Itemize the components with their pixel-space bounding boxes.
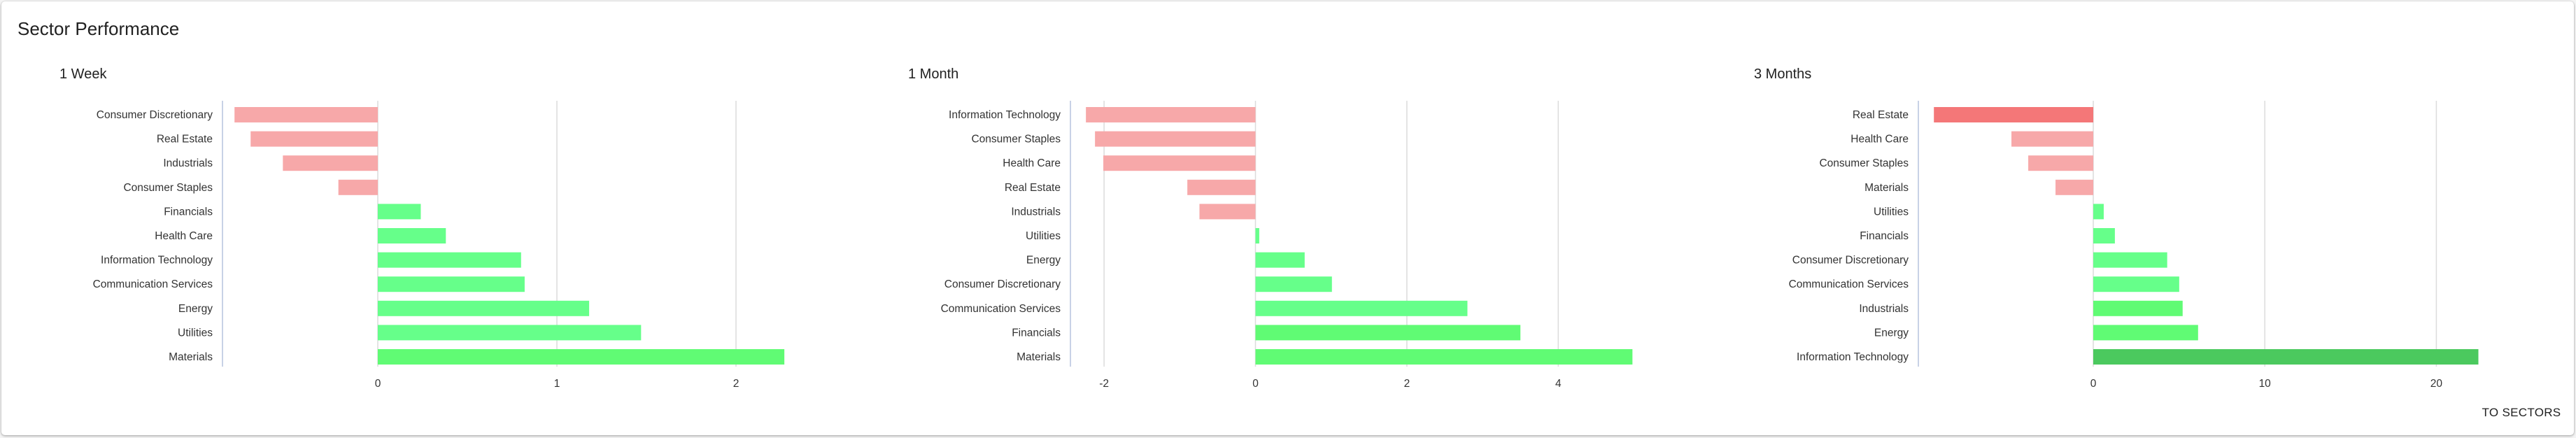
bar-financials[interactable] xyxy=(2093,228,2115,243)
bar-consumer-staples[interactable] xyxy=(2028,155,2093,171)
bar-industrials[interactable] xyxy=(1199,204,1256,220)
x-tick-label: 0 xyxy=(1252,378,1259,390)
x-tick-label: 0 xyxy=(375,378,381,390)
bar-real-estate[interactable] xyxy=(250,131,378,147)
bar-communication-services[interactable] xyxy=(378,276,525,292)
category-label: Consumer Discretionary xyxy=(97,109,213,121)
bar-consumer-discretionary[interactable] xyxy=(1255,276,1332,292)
bar-information-technology[interactable] xyxy=(1086,107,1256,122)
bar-information-technology[interactable] xyxy=(378,252,521,268)
category-label: Communication Services xyxy=(941,303,1061,315)
category-label: Materials xyxy=(1864,182,1909,194)
bar-energy[interactable] xyxy=(378,300,590,316)
bar-health-care[interactable] xyxy=(1103,155,1256,171)
x-tick-label: 1 xyxy=(554,378,560,390)
category-label: Materials xyxy=(169,351,213,363)
category-label: Utilities xyxy=(178,327,213,339)
bar-financials[interactable] xyxy=(378,204,421,220)
category-label: Energy xyxy=(1026,255,1061,267)
bar-health-care[interactable] xyxy=(2011,131,2093,147)
bar-materials[interactable] xyxy=(378,349,785,365)
category-label: Financials xyxy=(1860,230,1909,242)
category-label: Utilities xyxy=(1026,230,1061,242)
sector-charts: 0 1 2 Consumer Discretionary Real Estate Indu… xyxy=(93,101,2479,390)
bar-communication-services[interactable] xyxy=(2093,276,2179,292)
category-label: Consumer Staples xyxy=(123,182,213,194)
bar-materials[interactable] xyxy=(1255,349,1633,365)
category-label: Energy xyxy=(178,303,213,315)
bar-energy[interactable] xyxy=(2093,325,2198,341)
category-label: Financials xyxy=(1012,327,1061,339)
bar-energy[interactable] xyxy=(1255,252,1305,268)
x-tick-label: 20 xyxy=(2430,378,2443,390)
bar-health-care[interactable] xyxy=(378,228,446,243)
x-tick-label: 2 xyxy=(1404,378,1410,390)
x-tick-label: -2 xyxy=(1099,378,1109,390)
category-label: Real Estate xyxy=(1005,182,1061,194)
category-label: Information Technology xyxy=(1797,351,1909,363)
x-tick-label: 10 xyxy=(2259,378,2272,390)
category-label: Real Estate xyxy=(1853,109,1909,121)
category-label: Communication Services xyxy=(1789,278,1909,290)
bar-information-technology[interactable] xyxy=(2093,349,2479,365)
category-label: Consumer Staples xyxy=(1819,157,1909,169)
category-label: Communication Services xyxy=(93,278,213,290)
category-label: Financials xyxy=(164,206,213,218)
x-tick-label: 4 xyxy=(1555,378,1562,390)
category-label: Information Technology xyxy=(101,255,213,267)
bar-utilities[interactable] xyxy=(378,325,642,341)
category-label: Consumer Discretionary xyxy=(944,278,1061,290)
bar-materials[interactable] xyxy=(2055,179,2093,195)
x-tick-label: 2 xyxy=(733,378,739,390)
category-label: Health Care xyxy=(1003,157,1061,169)
category-label: Utilities xyxy=(1874,206,1909,218)
bar-communication-services[interactable] xyxy=(1255,300,1468,316)
bar-utilities[interactable] xyxy=(2093,204,2104,220)
category-label: Real Estate xyxy=(157,134,213,146)
x-tick-label: 0 xyxy=(2090,378,2097,390)
bar-utilities[interactable] xyxy=(1255,228,1259,243)
bar-consumer-staples[interactable] xyxy=(1095,131,1256,147)
category-label: Consumer Discretionary xyxy=(1792,255,1909,267)
category-label: Industrials xyxy=(1011,206,1061,218)
category-label: Consumer Staples xyxy=(971,134,1061,146)
category-label: Energy xyxy=(1874,327,1909,339)
bar-industrials[interactable] xyxy=(283,155,378,171)
category-label: Health Care xyxy=(155,230,213,242)
bar-real-estate[interactable] xyxy=(1187,179,1256,195)
category-label: Industrials xyxy=(163,157,213,169)
category-label: Information Technology xyxy=(949,109,1061,121)
category-label: Materials xyxy=(1017,351,1061,363)
category-label: Industrials xyxy=(1859,303,1909,315)
bar-consumer-discretionary[interactable] xyxy=(234,107,378,122)
bar-consumer-discretionary[interactable] xyxy=(2093,252,2167,268)
bar-industrials[interactable] xyxy=(2093,300,2183,316)
category-label: Health Care xyxy=(1850,134,1909,146)
bar-consumer-staples[interactable] xyxy=(338,179,378,195)
bar-financials[interactable] xyxy=(1255,325,1521,341)
bar-real-estate[interactable] xyxy=(1934,107,2093,122)
